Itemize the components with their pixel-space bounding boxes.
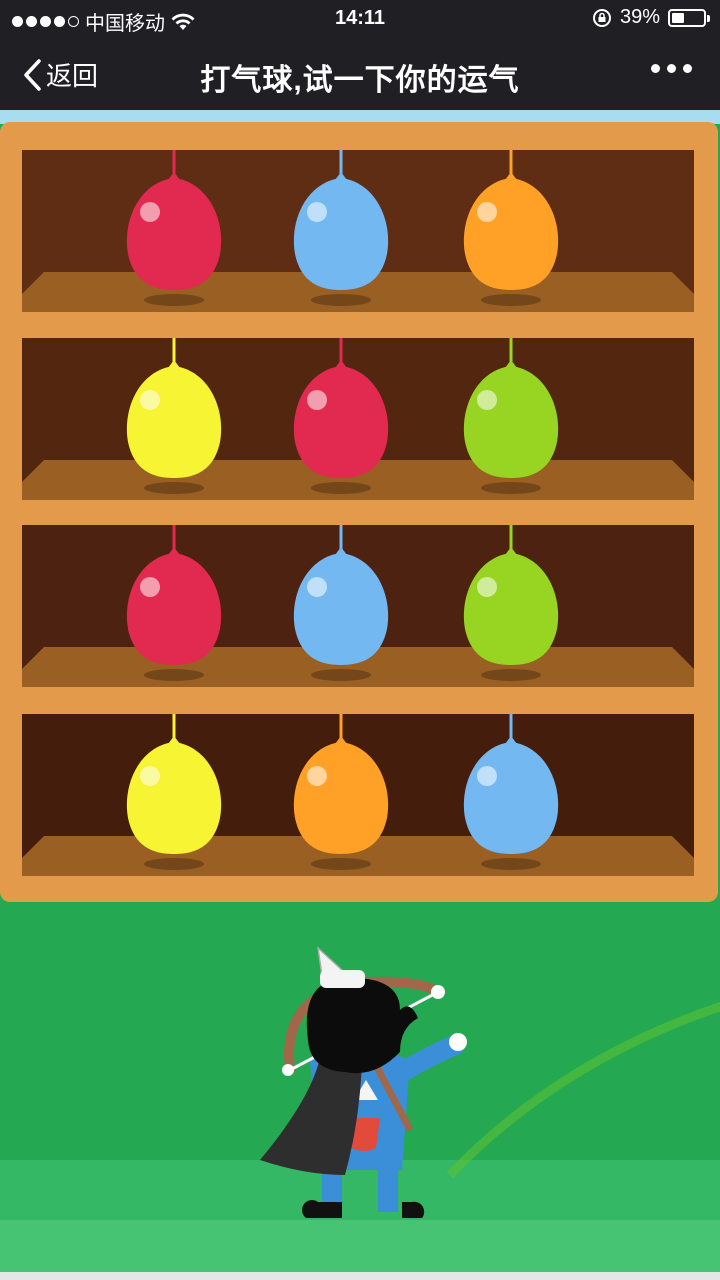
- balloon-orange[interactable]: [459, 150, 563, 310]
- archer-character[interactable]: [250, 940, 480, 1230]
- balloon-blue[interactable]: [289, 525, 393, 685]
- shelf-4: [22, 714, 694, 876]
- page-title: 打气球,试一下你的运气: [200, 64, 520, 97]
- balloon-green[interactable]: [459, 338, 563, 498]
- battery-percent: 39%: [619, 6, 660, 28]
- balloon-green[interactable]: [459, 525, 563, 685]
- more-menu-button[interactable]: [651, 64, 692, 73]
- battery-icon: [668, 8, 710, 27]
- nav-bar: 返回 打气球,试一下你的运气: [0, 38, 720, 110]
- balloon-blue[interactable]: [459, 714, 563, 874]
- balloon-red[interactable]: [122, 150, 226, 310]
- balloon-red[interactable]: [122, 525, 226, 685]
- orientation-lock-icon: [592, 8, 611, 27]
- balloon-cabinet: [0, 122, 718, 902]
- balloon-yellow[interactable]: [122, 338, 226, 498]
- balloon-red[interactable]: [289, 338, 393, 498]
- shelf-3: [22, 525, 694, 687]
- bottom-strip: [0, 1272, 720, 1280]
- shelf-1: [22, 150, 694, 312]
- field-line: [446, 1001, 720, 1179]
- balloon-blue[interactable]: [289, 150, 393, 310]
- battery-area: 39%: [592, 6, 710, 29]
- balloon-orange[interactable]: [289, 714, 393, 874]
- shelf-2: [22, 338, 694, 500]
- game-area[interactable]: [0, 110, 720, 1280]
- status-bar: 中国移动 14:11 39%: [0, 0, 720, 38]
- balloon-yellow[interactable]: [122, 714, 226, 874]
